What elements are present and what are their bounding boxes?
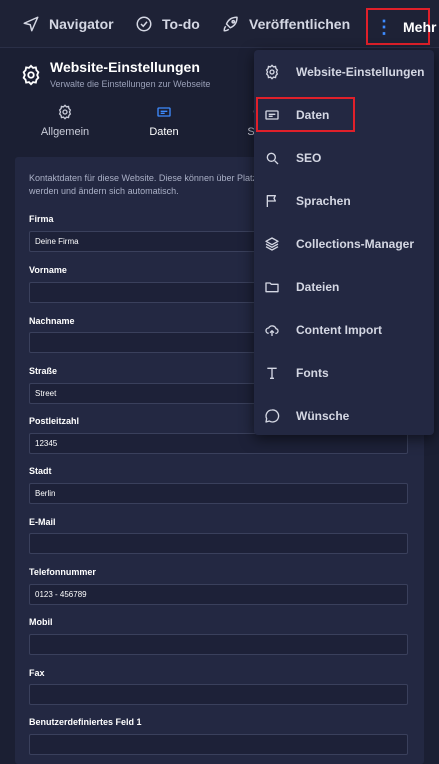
chat-icon [265, 408, 280, 423]
input-custom-field-1[interactable] [29, 734, 408, 755]
nav-navigator-label: Navigator [49, 16, 114, 32]
menu-item-wuensche[interactable]: Wünsche [254, 394, 434, 437]
type-icon [267, 367, 277, 379]
menu-item-collections-manager[interactable]: Collections-Manager [254, 222, 434, 265]
input-mobil[interactable] [29, 634, 408, 655]
layers-icon [265, 236, 279, 251]
navigation-arrow-icon [23, 16, 39, 32]
menu-item-label: Collections-Manager [296, 236, 415, 251]
menu-item-label: Website-Einstellungen [296, 64, 425, 79]
nav-todo[interactable]: To-do [135, 0, 200, 48]
menu-item-sprachen[interactable]: Sprachen [254, 179, 434, 222]
label-firma: Firma [29, 214, 54, 224]
tab-daten[interactable]: Daten [129, 104, 199, 138]
check-circle-icon [136, 16, 152, 32]
label-email: E-Mail [29, 517, 56, 527]
more-label: Mehr [403, 18, 437, 35]
tab-daten-label: Daten [149, 126, 179, 138]
label-mobil: Mobil [29, 617, 53, 627]
card-icon [157, 107, 171, 117]
menu-item-label: Dateien [296, 279, 340, 294]
menu-item-label: Sprachen [296, 193, 351, 208]
label-vorname: Vorname [29, 265, 67, 275]
nav-publish[interactable]: Veröffentlichen [222, 0, 350, 48]
label-nachname: Nachname [29, 316, 75, 326]
menu-item-label: Content Import [296, 322, 382, 337]
rocket-icon [223, 16, 238, 32]
menu-item-label: SEO [296, 150, 322, 165]
input-stadt[interactable]: Berlin [29, 483, 408, 504]
label-strasse: Straße [29, 366, 58, 376]
menu-item-content-import[interactable]: Content Import [254, 308, 434, 351]
gear-icon [58, 104, 72, 120]
gear-icon [265, 63, 279, 80]
label-custom-field-1: Benutzerdefiniertes Feld 1 [29, 717, 142, 727]
input-email[interactable] [29, 533, 408, 554]
nav-publish-label: Veröffentlichen [249, 16, 351, 32]
menu-item-label: Wünsche [296, 408, 350, 423]
folder-icon [265, 281, 279, 292]
tab-allgemein-label: Allgemein [40, 126, 90, 138]
label-stadt: Stadt [29, 466, 52, 476]
panel-subtitle: Verwalte die Einstellungen zur Webseite [50, 79, 211, 89]
menu-item-dateien[interactable]: Dateien [254, 265, 434, 308]
input-telefonnummer[interactable]: 0123 - 456789 [29, 584, 408, 605]
more-vertical-icon: ⋮ [375, 16, 393, 37]
input-fax[interactable] [29, 684, 408, 705]
settings-gear-icon [22, 64, 40, 86]
menu-item-fonts[interactable]: Fonts [254, 351, 434, 394]
tab-allgemein[interactable]: Allgemein [30, 104, 100, 138]
more-menu-button[interactable]: ⋮ Mehr [366, 8, 436, 45]
search-icon [266, 152, 279, 164]
cloud-upload-icon [265, 324, 279, 336]
menu-item-seo[interactable]: SEO [254, 136, 434, 179]
nav-todo-label: To-do [162, 16, 200, 32]
label-postleitzahl: Postleitzahl [29, 416, 80, 426]
menu-item-label: Fonts [296, 365, 329, 380]
menu-item-website-einstellungen[interactable]: Website-Einstellungen [254, 50, 434, 93]
flag-icon [266, 194, 276, 207]
nav-navigator[interactable]: Navigator [22, 0, 114, 48]
label-fax: Fax [29, 668, 45, 678]
panel-title: Website-Einstellungen [50, 59, 200, 75]
label-telefonnummer: Telefonnummer [29, 567, 96, 577]
highlight-box-daten [256, 97, 355, 132]
